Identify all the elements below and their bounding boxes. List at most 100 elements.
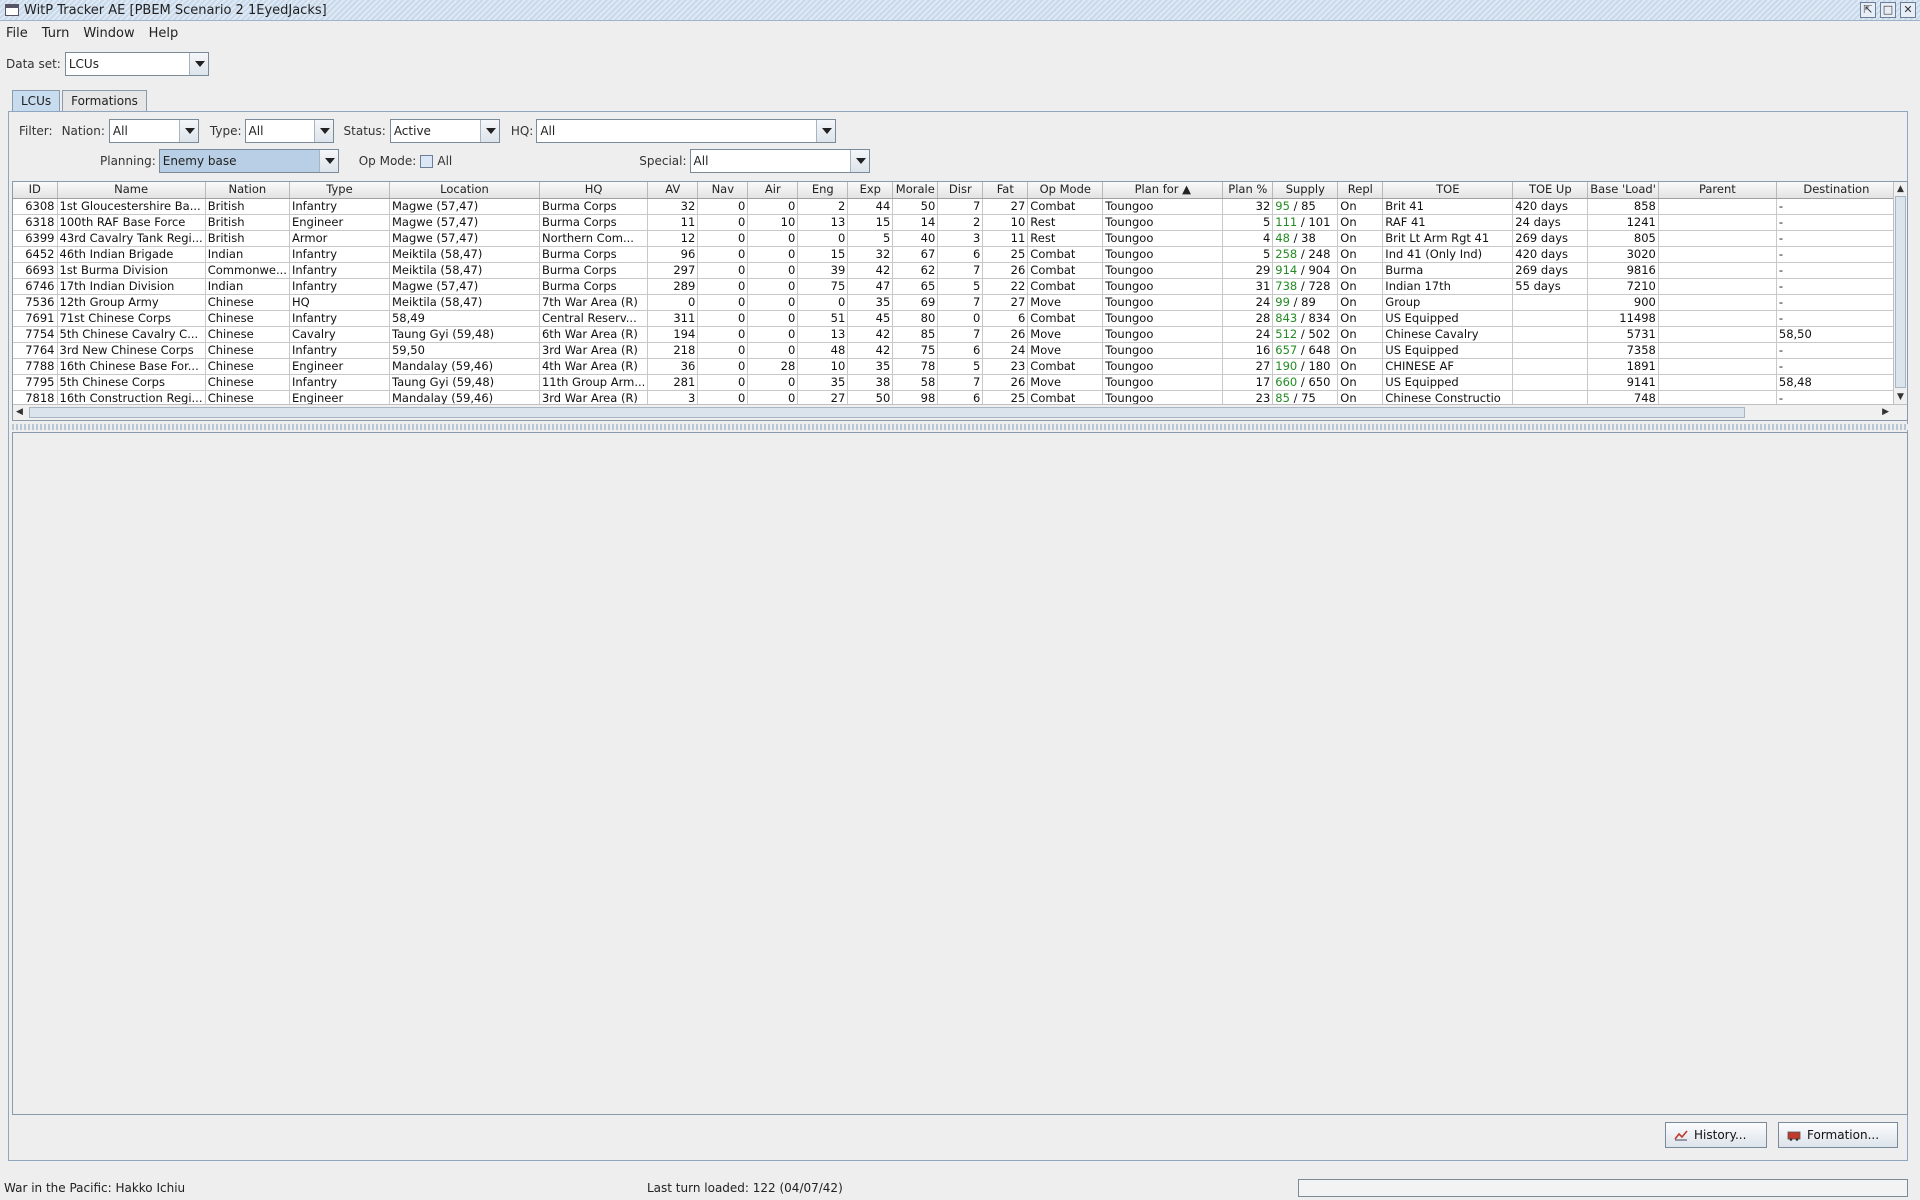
table-cell: 42 bbox=[847, 342, 894, 359]
table-row[interactable]: 7795 5th Chinese Corps Chinese Infantry Taun… bbox=[13, 374, 1897, 391]
iconify-icon[interactable]: ⇱ bbox=[1860, 2, 1876, 18]
title-bar: WitP Tracker AE [PBEM Scenario 2 1EyedJa… bbox=[0, 0, 1920, 21]
column-header[interactable]: Op Mode bbox=[1027, 182, 1104, 199]
table-cell: 6318 bbox=[13, 214, 58, 231]
table-row[interactable]: 7764 3rd New Chinese Corps Chinese Infantry… bbox=[13, 342, 1897, 359]
nation-select[interactable]: All bbox=[108, 119, 199, 143]
close-icon[interactable]: ✕ bbox=[1900, 2, 1916, 18]
column-header[interactable]: Repl bbox=[1337, 182, 1384, 199]
column-header[interactable]: Base 'Load' bbox=[1587, 182, 1659, 199]
table-row[interactable]: 6693 1st Burma Division Commonwe... Infantr… bbox=[13, 262, 1897, 279]
table-cell: 0 bbox=[697, 278, 749, 295]
table-cell: 5th Chinese Cavalry C... bbox=[57, 326, 206, 343]
menu-turn[interactable]: Turn bbox=[42, 26, 70, 41]
type-select[interactable]: All bbox=[244, 119, 334, 143]
table-row[interactable]: 7691 71st Chinese Corps Chinese Infantry 58,… bbox=[13, 310, 1897, 327]
table-cell: - bbox=[1776, 358, 1897, 375]
column-header[interactable]: ID bbox=[13, 182, 58, 199]
table-row[interactable]: 7788 16th Chinese Base For... Chinese Engin… bbox=[13, 358, 1897, 375]
column-header[interactable]: AV bbox=[647, 182, 699, 199]
column-header[interactable]: Supply bbox=[1272, 182, 1339, 199]
column-header[interactable]: Morale bbox=[892, 182, 939, 199]
maximize-icon[interactable]: □ bbox=[1880, 2, 1896, 18]
table-cell: 1st Burma Division bbox=[57, 262, 206, 279]
table-row[interactable]: 6746 17th Indian Division Indian Infantry Ma… bbox=[13, 278, 1897, 295]
table-cell: 311 bbox=[647, 310, 699, 327]
split-pane-divider[interactable] bbox=[12, 424, 1908, 430]
opmode-picker-icon[interactable] bbox=[420, 154, 434, 168]
menu-file[interactable]: File bbox=[6, 26, 28, 41]
column-header[interactable]: Air bbox=[747, 182, 799, 199]
column-header[interactable]: Fat bbox=[982, 182, 1029, 199]
history-button[interactable]: History... bbox=[1665, 1122, 1767, 1148]
table-cell: 7754 bbox=[13, 326, 58, 343]
table-cell: 6693 bbox=[13, 262, 58, 279]
column-header[interactable]: Disr bbox=[937, 182, 984, 199]
table-cell: Chinese bbox=[205, 374, 290, 391]
table-cell: 0 bbox=[697, 214, 749, 231]
status-select[interactable]: Active bbox=[389, 119, 500, 143]
column-header[interactable]: Name bbox=[57, 182, 206, 199]
formation-button[interactable]: Formation... bbox=[1778, 1122, 1898, 1148]
supply-available: 99 bbox=[1275, 294, 1290, 309]
horizontal-scrollbar[interactable]: ◀ ▶ bbox=[13, 404, 1907, 420]
lcu-table[interactable]: ID Name Nation Type Location HQ AV Nav Air Eng Exp… bbox=[12, 181, 1908, 421]
table-cell: Infantry bbox=[289, 262, 390, 279]
column-header[interactable]: TOE Up bbox=[1512, 182, 1589, 199]
column-header[interactable]: TOE bbox=[1382, 182, 1514, 199]
opmode-value[interactable]: All bbox=[437, 154, 452, 168]
scroll-left-icon[interactable]: ◀ bbox=[16, 407, 23, 417]
column-header[interactable]: Plan % bbox=[1222, 182, 1274, 199]
supply-required: 75 bbox=[1301, 390, 1316, 405]
column-header[interactable]: HQ bbox=[539, 182, 649, 199]
supply-required: 728 bbox=[1308, 278, 1331, 293]
vertical-scrollbar[interactable]: ▲ ▼ bbox=[1893, 182, 1907, 404]
supply-separator: / bbox=[1289, 294, 1302, 309]
table-cell: On bbox=[1337, 230, 1384, 247]
table-row[interactable]: 6452 46th Indian Brigade Indian Infantry Mei… bbox=[13, 246, 1897, 263]
scroll-right-icon[interactable]: ▶ bbox=[1882, 407, 1889, 417]
supply-separator: / bbox=[1297, 262, 1309, 277]
column-header[interactable]: Location bbox=[389, 182, 540, 199]
table-cell: 3 bbox=[937, 230, 984, 247]
planning-value: Enemy base bbox=[162, 154, 237, 168]
tab-formations[interactable]: Formations bbox=[62, 90, 147, 111]
menu-window[interactable]: Window bbox=[83, 26, 134, 41]
supply-required: 248 bbox=[1308, 246, 1331, 261]
table-cell: 27 bbox=[982, 198, 1029, 215]
detail-panel bbox=[12, 432, 1908, 1115]
planning-select[interactable]: Enemy base bbox=[158, 149, 339, 173]
type-value: All bbox=[248, 124, 264, 138]
table-row[interactable]: 6318 100th RAF Base Force British Engineer M… bbox=[13, 214, 1897, 231]
tab-lcus[interactable]: LCUs bbox=[12, 90, 61, 111]
table-cell: Taung Gyi (59,48) bbox=[389, 326, 540, 343]
table-row[interactable]: 7754 5th Chinese Cavalry C... Chinese Caval… bbox=[13, 326, 1897, 343]
vertical-scroll-thumb[interactable] bbox=[1895, 196, 1906, 388]
scroll-up-icon[interactable]: ▲ bbox=[1897, 184, 1904, 194]
table-cell: Toungoo bbox=[1102, 374, 1224, 391]
hq-select[interactable]: All bbox=[536, 119, 837, 143]
column-header[interactable]: Type bbox=[289, 182, 390, 199]
table-cell: 26 bbox=[982, 374, 1029, 391]
horizontal-scroll-thumb[interactable] bbox=[29, 407, 1745, 418]
formation-button-label: Formation... bbox=[1807, 1128, 1880, 1142]
column-header[interactable]: Nav bbox=[697, 182, 749, 199]
table-cell bbox=[1658, 342, 1777, 359]
tab-strip: LCUs Formations bbox=[12, 90, 149, 111]
table-row[interactable]: 6308 1st Gloucestershire Ba... British Infa… bbox=[13, 198, 1897, 215]
column-header[interactable]: Eng bbox=[797, 182, 849, 199]
column-header[interactable]: Parent bbox=[1658, 182, 1777, 199]
special-select[interactable]: All bbox=[689, 149, 870, 173]
column-header[interactable]: Plan for ▲ bbox=[1102, 182, 1224, 199]
column-header[interactable]: Nation bbox=[205, 182, 290, 199]
table-cell: 24 bbox=[1222, 294, 1274, 311]
table-row[interactable]: 7536 12th Group Army Chinese HQ Meiktila (58… bbox=[13, 294, 1897, 311]
column-header[interactable]: Exp bbox=[847, 182, 894, 199]
column-header[interactable]: Destination bbox=[1776, 182, 1897, 199]
menu-help[interactable]: Help bbox=[149, 26, 179, 41]
dataset-select[interactable]: LCUs bbox=[64, 52, 209, 76]
table-row[interactable]: 6399 43rd Cavalry Tank Regi... British Armo… bbox=[13, 230, 1897, 247]
table-cell: 0 bbox=[747, 374, 799, 391]
scroll-down-icon[interactable]: ▼ bbox=[1897, 392, 1904, 402]
table-cell: 7764 bbox=[13, 342, 58, 359]
